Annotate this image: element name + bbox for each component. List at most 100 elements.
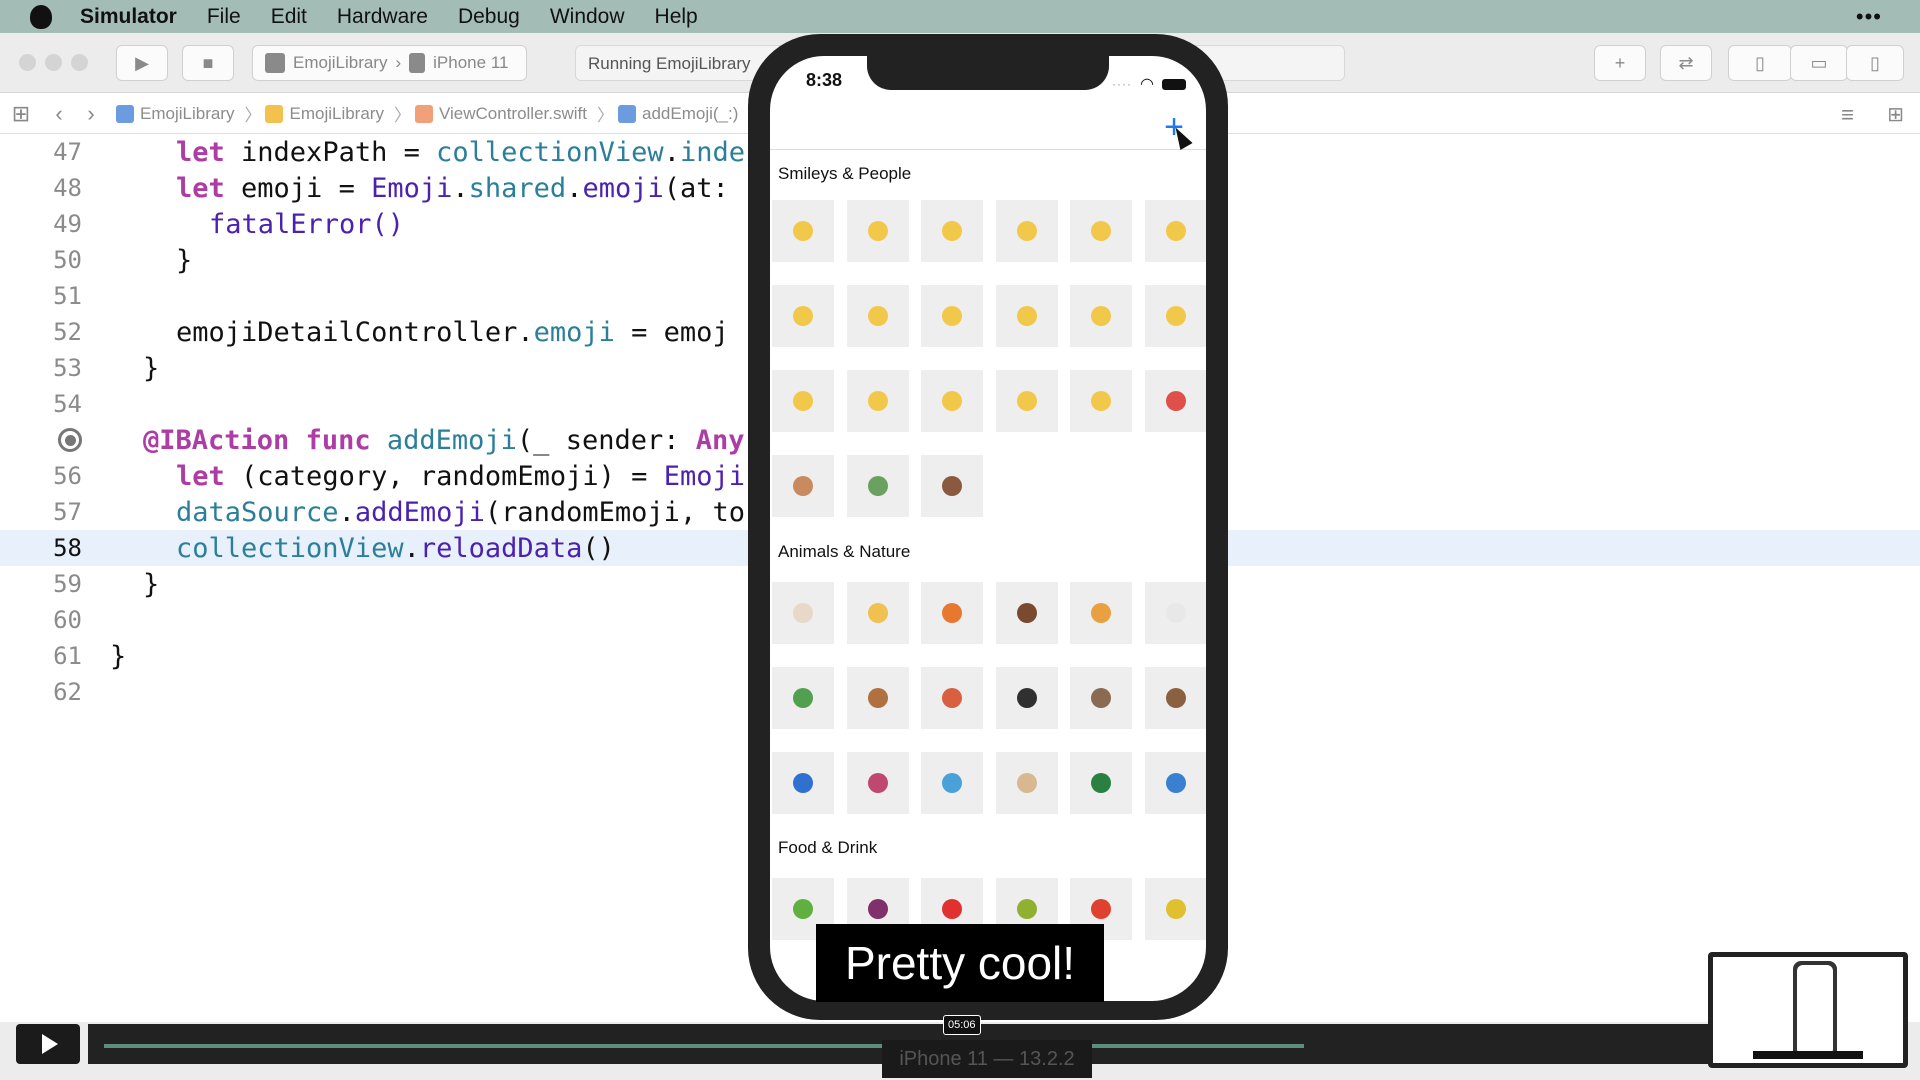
emoji-cell[interactable] <box>995 582 1058 644</box>
code-text: fatalError() <box>209 208 405 240</box>
emoji-cell[interactable] <box>772 752 834 814</box>
menu-help[interactable]: Help <box>655 5 698 29</box>
emoji-cell[interactable] <box>995 200 1058 262</box>
section-header: Animals & Nature <box>778 542 911 561</box>
menu-file[interactable]: File <box>207 5 241 29</box>
breakpoint-icon[interactable] <box>58 428 82 452</box>
code-review-button[interactable]: ⇄ <box>1660 45 1712 81</box>
emoji-cell[interactable] <box>1144 878 1206 940</box>
breadcrumb-method[interactable]: addEmoji(_:) <box>618 104 738 124</box>
emoji-icon <box>793 603 813 623</box>
code-text: collectionView.reloadData() <box>176 532 615 564</box>
emoji-icon <box>793 688 813 708</box>
emoji-cell[interactable] <box>995 752 1058 814</box>
emoji-icon <box>1016 391 1037 411</box>
scheme-selector[interactable]: EmojiLibrary › iPhone 11 <box>252 45 527 81</box>
scheme-device: iPhone 11 <box>433 53 509 72</box>
menu-hardware[interactable]: Hardware <box>337 5 428 29</box>
emoji-cell[interactable] <box>1070 752 1132 814</box>
grid-icon[interactable]: ⊞ <box>10 101 32 126</box>
breadcrumb-group[interactable]: EmojiLibrary <box>265 104 384 124</box>
add-editor-icon[interactable]: ⊞ <box>1887 102 1904 127</box>
breadcrumb-project[interactable]: EmojiLibrary <box>116 104 234 124</box>
emoji-cell[interactable] <box>1070 667 1132 729</box>
emoji-cell[interactable] <box>846 582 909 644</box>
emoji-icon <box>1016 306 1037 326</box>
menu-edit[interactable]: Edit <box>271 5 307 29</box>
battery-icon <box>1162 78 1186 90</box>
play-button[interactable] <box>16 1024 80 1064</box>
emoji-cell[interactable] <box>921 285 983 347</box>
apple-icon[interactable] <box>30 4 52 29</box>
iphone-screen[interactable]: 8:38 ···· ◠ + Smileys & People Animals & … <box>770 56 1206 1001</box>
emoji-icon <box>1165 306 1186 326</box>
emoji-cell[interactable] <box>1144 667 1206 729</box>
video-thumbnail[interactable] <box>1708 952 1908 1068</box>
emoji-cell[interactable] <box>1144 752 1206 814</box>
menu-app[interactable]: Simulator <box>80 5 177 29</box>
emoji-icon <box>942 476 962 496</box>
code-text: } <box>176 244 193 276</box>
emoji-icon <box>867 221 888 241</box>
emoji-cell[interactable] <box>921 582 983 644</box>
emoji-cell[interactable] <box>995 285 1058 347</box>
more-icon[interactable]: ••• <box>1856 4 1882 30</box>
emoji-cell[interactable] <box>1144 370 1206 432</box>
emoji-cell[interactable] <box>995 667 1058 729</box>
emoji-icon <box>1091 899 1111 919</box>
emoji-icon <box>1165 391 1186 411</box>
emoji-cell[interactable] <box>1070 285 1132 347</box>
code-text: } <box>143 568 160 600</box>
emoji-cell[interactable] <box>846 455 909 517</box>
emoji-cell[interactable] <box>1144 285 1206 347</box>
emoji-cell[interactable] <box>921 752 983 814</box>
breadcrumb-file[interactable]: ViewController.swift <box>414 104 587 124</box>
toggle-debug-area-button[interactable]: ▭ <box>1790 45 1848 81</box>
emoji-icon <box>1091 773 1111 793</box>
emoji-cell[interactable] <box>846 370 909 432</box>
emoji-cell[interactable] <box>1070 200 1132 262</box>
emoji-cell[interactable] <box>1144 200 1206 262</box>
forward-icon[interactable]: › <box>80 101 102 126</box>
emoji-cell[interactable] <box>1070 370 1132 432</box>
emoji-cell[interactable] <box>772 582 834 644</box>
menu-window[interactable]: Window <box>550 5 625 29</box>
toggle-navigator-button[interactable]: ▯ <box>1728 45 1792 81</box>
emoji-icon <box>1165 221 1186 241</box>
zoom-window-button[interactable] <box>71 54 88 71</box>
code-text: @IBAction func addEmoji(_ sender: Any <box>143 424 745 456</box>
menu-debug[interactable]: Debug <box>458 5 520 29</box>
emoji-cell[interactable] <box>921 370 983 432</box>
emoji-icon <box>793 476 813 496</box>
emoji-cell[interactable] <box>921 200 983 262</box>
stop-button[interactable]: ■ <box>182 45 234 81</box>
emoji-cell[interactable] <box>921 455 983 517</box>
code-text: dataSource.addEmoji(randomEmoji, to <box>176 496 745 528</box>
minimize-window-button[interactable] <box>45 54 62 71</box>
emoji-cell[interactable] <box>1144 582 1206 644</box>
app-icon <box>265 53 285 73</box>
swap-icon: ⇄ <box>1678 52 1694 73</box>
code-text: } <box>110 640 127 672</box>
emoji-cell[interactable] <box>772 200 834 262</box>
emoji-cell[interactable] <box>846 285 909 347</box>
emoji-cell[interactable] <box>846 200 909 262</box>
emoji-cell[interactable] <box>772 455 834 517</box>
emoji-cell[interactable] <box>772 667 834 729</box>
emoji-cell[interactable] <box>921 667 983 729</box>
editor-options-icon[interactable]: ≡ <box>1841 102 1854 128</box>
play-icon: ▶ <box>135 52 149 73</box>
emoji-cell[interactable] <box>846 752 909 814</box>
toggle-inspector-button[interactable]: ▯ <box>1846 45 1904 81</box>
emoji-cell[interactable] <box>772 285 834 347</box>
library-button[interactable]: + <box>1594 45 1646 81</box>
emoji-cell[interactable] <box>846 667 909 729</box>
back-icon[interactable]: ‹ <box>48 101 70 126</box>
scheme-target: EmojiLibrary <box>293 53 388 72</box>
emoji-cell[interactable] <box>772 370 834 432</box>
run-button[interactable]: ▶ <box>116 45 168 81</box>
emoji-cell[interactable] <box>995 370 1058 432</box>
emoji-icon <box>793 221 813 241</box>
close-window-button[interactable] <box>19 54 36 71</box>
emoji-cell[interactable] <box>1070 582 1132 644</box>
